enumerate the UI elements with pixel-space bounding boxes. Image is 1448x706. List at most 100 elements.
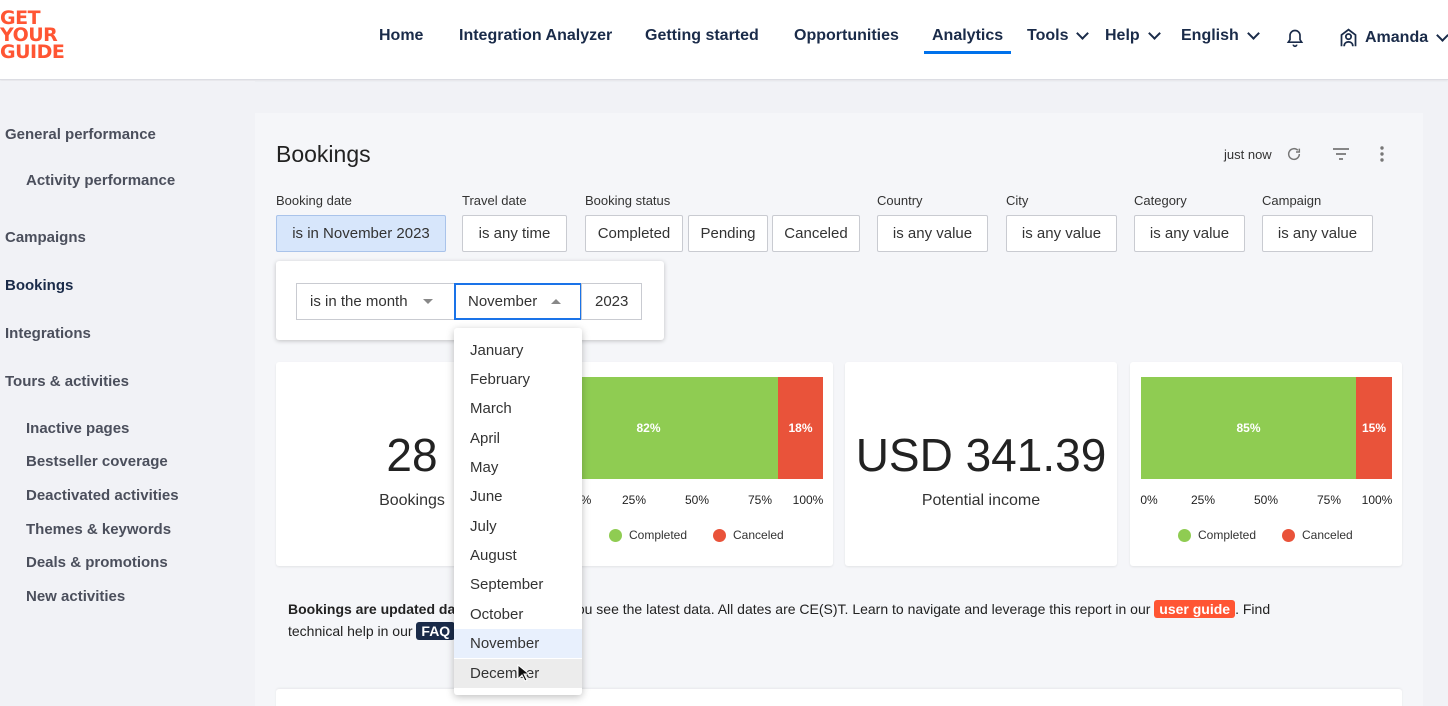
legend-completed-label: Completed xyxy=(629,528,688,542)
nav-integration-analyzer[interactable]: Integration Analyzer xyxy=(459,27,612,45)
user-menu[interactable]: Amanda xyxy=(1338,27,1448,48)
month-option[interactable]: April xyxy=(454,424,582,453)
filter-icon[interactable] xyxy=(1332,145,1350,163)
month-option[interactable]: July xyxy=(454,512,582,541)
filter-label-booking-status: Booking status xyxy=(585,193,671,208)
month-option[interactable]: May xyxy=(454,453,582,482)
last-updated: just now xyxy=(1224,147,1272,162)
sidebar-item-campaigns[interactable]: Campaigns xyxy=(5,229,86,246)
note-text: . Find xyxy=(1235,601,1271,617)
legend-canceled-label: Canceled xyxy=(1302,528,1353,542)
legend-dot xyxy=(713,528,726,542)
year-value: 2023 xyxy=(595,293,629,310)
status-completed-button[interactable]: Completed xyxy=(585,215,683,252)
bell-icon xyxy=(1286,29,1304,48)
x-tick-label: 75% xyxy=(747,493,773,507)
logo-line: GUIDE xyxy=(0,41,65,63)
sidebar-item-inactive-pages[interactable]: Inactive pages xyxy=(26,420,129,437)
user-name: Amanda xyxy=(1365,28,1429,46)
sidebar-item-bestseller-coverage[interactable]: Bestseller coverage xyxy=(26,453,168,470)
month-option-selected[interactable]: November xyxy=(454,629,582,658)
chevron-down-icon xyxy=(1436,28,1448,42)
legend-completed: Completed xyxy=(1178,528,1256,542)
caret-up-icon xyxy=(551,299,561,304)
faq-link[interactable]: FAQ xyxy=(416,622,456,640)
notifications-bell[interactable] xyxy=(1285,28,1305,48)
nav-help[interactable]: Help xyxy=(1105,27,1161,45)
x-tick-label: 50% xyxy=(684,493,710,507)
getyourguide-logo[interactable]: GET YOUR GUIDE xyxy=(0,9,70,63)
page-title: Bookings xyxy=(276,141,371,167)
sidebar: General performance Activity performance… xyxy=(0,81,255,706)
nav-analytics[interactable]: Analytics xyxy=(923,27,1012,54)
x-tick-label: 0% xyxy=(1140,493,1158,507)
country-filter-button[interactable]: is any value xyxy=(877,215,988,252)
filter-label-country: Country xyxy=(877,193,923,208)
month-option[interactable]: March xyxy=(454,394,582,423)
campaign-filter-button[interactable]: is any value xyxy=(1262,215,1373,252)
x-tick-label: 25% xyxy=(1190,493,1216,507)
year-input[interactable]: 2023 xyxy=(581,283,642,320)
sidebar-item-integrations[interactable]: Integrations xyxy=(5,325,91,342)
legend-completed-label: Completed xyxy=(1198,528,1257,542)
top-navigation-bar: GET YOUR GUIDE Home Integration Analyzer… xyxy=(0,0,1448,80)
language-label: English xyxy=(1181,27,1239,44)
income-value: USD 341.39 xyxy=(855,429,1107,481)
language-selector[interactable]: English xyxy=(1181,27,1260,45)
nav-opportunities[interactable]: Opportunities xyxy=(794,27,899,45)
sidebar-item-deactivated-activities[interactable]: Deactivated activities xyxy=(26,487,179,504)
sidebar-item-general-performance[interactable]: General performance xyxy=(5,126,156,143)
nav-home[interactable]: Home xyxy=(379,27,423,45)
nav-help-label: Help xyxy=(1105,27,1140,44)
more-options-icon[interactable] xyxy=(1373,145,1391,163)
month-select[interactable]: November xyxy=(454,283,582,320)
income-split-card: 85% 15% 0% 25% 50% 75% 100% Completed Ca… xyxy=(1130,362,1402,566)
sidebar-item-deals-promotions[interactable]: Deals & promotions xyxy=(26,554,168,571)
income-caption: Potential income xyxy=(921,492,1041,509)
supplier-icon xyxy=(1340,28,1357,47)
month-option[interactable]: October xyxy=(454,600,582,629)
nav-getting-started[interactable]: Getting started xyxy=(645,27,759,45)
legend-canceled: Canceled xyxy=(1282,528,1353,542)
next-card xyxy=(276,689,1402,706)
filter-label-booking-date: Booking date xyxy=(276,193,352,208)
status-canceled-button[interactable]: Canceled xyxy=(772,215,860,252)
refresh-icon[interactable] xyxy=(1285,145,1303,163)
sidebar-item-new-activities[interactable]: New activities xyxy=(26,588,125,605)
date-mode-select[interactable]: is in the month xyxy=(296,283,455,320)
sidebar-item-bookings[interactable]: Bookings xyxy=(5,277,73,294)
income-card: USD 341.39 Potential income xyxy=(845,362,1117,566)
city-filter-button[interactable]: is any value xyxy=(1006,215,1117,252)
chevron-down-icon xyxy=(1246,27,1260,40)
note-text: technical help in our xyxy=(288,623,417,639)
month-value: November xyxy=(468,293,538,310)
month-option[interactable]: February xyxy=(454,365,582,394)
month-option[interactable]: June xyxy=(454,482,582,511)
note-bold: Bookings are updated dai xyxy=(288,601,460,617)
chevron-down-icon xyxy=(1076,27,1090,40)
sidebar-item-themes-keywords[interactable]: Themes & keywords xyxy=(26,521,171,538)
canceled-bar: 15% xyxy=(1356,377,1392,479)
sidebar-item-activity-performance[interactable]: Activity performance xyxy=(26,172,175,189)
legend-canceled: Canceled xyxy=(713,528,784,542)
completed-bar: 85% xyxy=(1141,377,1356,479)
user-guide-link[interactable]: user guide xyxy=(1154,600,1236,618)
filter-label-campaign: Campaign xyxy=(1262,193,1322,208)
nav-tools[interactable]: Tools xyxy=(1027,27,1090,45)
category-filter-button[interactable]: is any value xyxy=(1134,215,1245,252)
note-text: ours until you see the latest data. All … xyxy=(509,601,1155,617)
month-dropdown-list: January February March April May June Ju… xyxy=(454,328,582,695)
x-tick-label: 100% xyxy=(1361,493,1393,507)
filter-label-travel-date: Travel date xyxy=(462,193,527,208)
status-pending-button[interactable]: Pending xyxy=(688,215,768,252)
x-tick-label: 25% xyxy=(621,493,647,507)
month-option[interactable]: January xyxy=(454,336,582,365)
travel-date-filter-button[interactable]: is any time xyxy=(462,215,567,252)
booking-date-filter-button[interactable]: is in November 2023 xyxy=(276,215,446,252)
legend-canceled-label: Canceled xyxy=(733,528,784,542)
month-option[interactable]: August xyxy=(454,541,582,570)
filter-label-category: Category xyxy=(1134,193,1187,208)
month-option[interactable]: September xyxy=(454,570,582,599)
sidebar-item-tours-activities[interactable]: Tours & activities xyxy=(5,373,129,390)
x-tick-label: 50% xyxy=(1253,493,1279,507)
